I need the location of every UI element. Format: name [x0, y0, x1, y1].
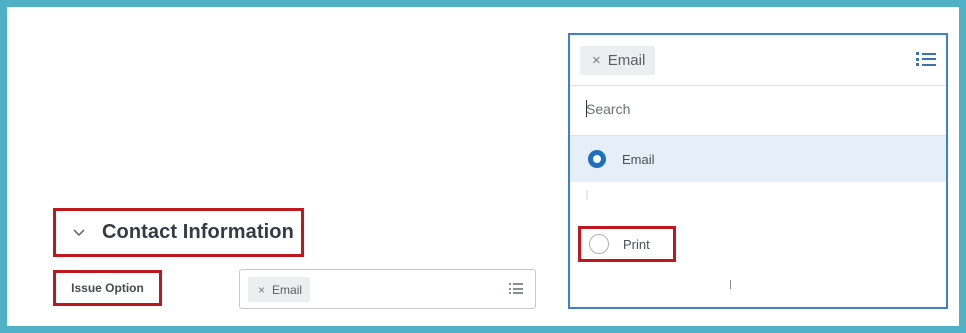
scroll-indicator — [730, 280, 731, 289]
selected-pill: × Email — [580, 46, 656, 75]
chevron-down-icon[interactable] — [68, 228, 90, 237]
list-icon[interactable] — [509, 283, 523, 294]
screenshot-frame: Contact Information Issue Option × Email… — [0, 0, 966, 333]
options-dropdown: × Email Email Print — [568, 33, 948, 309]
search-input[interactable] — [586, 97, 926, 121]
text-cursor — [586, 100, 587, 117]
selected-pill-label: Email — [272, 282, 303, 297]
option-print[interactable]: Print — [578, 226, 676, 262]
dropdown-selected-area: × Email — [570, 35, 946, 85]
selected-pill: × Email — [248, 277, 311, 302]
option-email[interactable]: Email — [570, 136, 946, 182]
list-icon[interactable] — [916, 52, 936, 66]
issue-option-prompt[interactable]: × Email — [239, 269, 536, 309]
option-label: Email — [622, 151, 655, 167]
section-title: Contact Information — [102, 221, 294, 243]
divider — [570, 85, 946, 86]
remove-icon[interactable]: × — [258, 283, 265, 297]
issue-option-label: Issue Option — [53, 270, 162, 306]
remove-icon[interactable]: × — [592, 52, 601, 69]
contact-information-header[interactable]: Contact Information — [53, 208, 304, 257]
radio-selected-icon[interactable] — [588, 150, 606, 168]
option-label: Print — [623, 236, 650, 252]
selected-pill-label: Email — [607, 52, 646, 69]
divider — [586, 190, 588, 200]
radio-unselected-icon[interactable] — [589, 234, 609, 254]
